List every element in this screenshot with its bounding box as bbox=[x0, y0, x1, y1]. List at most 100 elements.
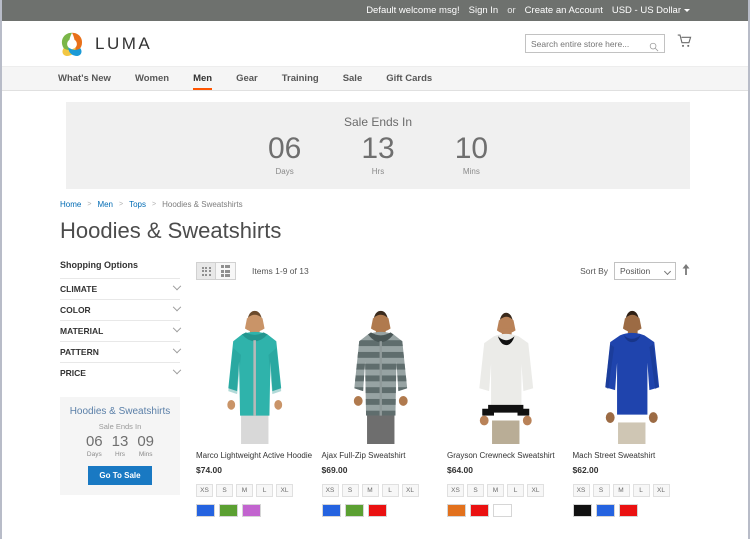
promo-countdown-hours: 13 Hrs bbox=[111, 433, 129, 457]
size-options: XS S M L XL bbox=[321, 484, 440, 497]
color-swatch[interactable] bbox=[219, 504, 238, 517]
size-option[interactable]: XS bbox=[321, 484, 339, 497]
color-options bbox=[447, 504, 565, 517]
color-swatch[interactable] bbox=[242, 504, 261, 517]
color-swatch[interactable] bbox=[344, 504, 364, 517]
filter-color[interactable]: COLOR bbox=[60, 299, 182, 320]
size-option[interactable]: S bbox=[216, 484, 233, 497]
product-card[interactable]: Grayson Crewneck Sweatshirt $64.00 XS S … bbox=[447, 296, 565, 517]
color-swatch[interactable] bbox=[321, 504, 341, 517]
size-option[interactable]: L bbox=[632, 484, 650, 497]
create-account-link[interactable]: Create an Account bbox=[525, 5, 603, 16]
size-option[interactable]: XL bbox=[401, 484, 419, 497]
site-header: LUMA bbox=[2, 21, 748, 66]
sort-direction-button[interactable] bbox=[682, 264, 690, 278]
product-image[interactable] bbox=[196, 296, 314, 444]
promo-minutes-label: Mins bbox=[138, 450, 153, 458]
size-option[interactable]: S bbox=[467, 484, 484, 497]
promo-countdown-days: 06 Days bbox=[86, 433, 103, 457]
list-view-icon[interactable] bbox=[216, 262, 236, 280]
color-swatch[interactable] bbox=[595, 504, 615, 517]
countdown-minutes-label: Mins bbox=[462, 166, 480, 176]
go-to-sale-button[interactable]: Go To Sale bbox=[88, 465, 152, 485]
product-price: $69.00 bbox=[321, 465, 348, 475]
sign-in-link[interactable]: Sign In bbox=[469, 5, 499, 16]
filter-label: PRICE bbox=[60, 368, 86, 378]
filter-material[interactable]: MATERIAL bbox=[60, 320, 182, 341]
size-options: XS S M L XL bbox=[572, 484, 691, 497]
color-swatch[interactable] bbox=[572, 504, 592, 517]
logo[interactable]: LUMA bbox=[58, 30, 152, 58]
nav-item-men[interactable]: Men bbox=[181, 67, 224, 90]
promo-countdown: 06 Days 13 Hrs 09 Mins bbox=[66, 433, 174, 458]
currency-switcher[interactable]: USD - US Dollar bbox=[612, 5, 690, 16]
color-swatch[interactable] bbox=[196, 504, 215, 517]
product-name[interactable]: Mach Street Sweatshirt bbox=[573, 451, 691, 461]
size-option[interactable]: M bbox=[487, 484, 504, 497]
chevron-down-icon bbox=[172, 344, 182, 354]
product-card[interactable]: Mach Street Sweatshirt $62.00 XS S M L X… bbox=[572, 296, 691, 517]
cart-icon[interactable] bbox=[677, 34, 692, 53]
color-swatch[interactable] bbox=[447, 504, 466, 517]
size-option[interactable]: XS bbox=[196, 484, 213, 497]
chevron-down-icon bbox=[684, 9, 690, 12]
nav-item-sale[interactable]: Sale bbox=[331, 67, 375, 90]
color-swatch[interactable] bbox=[618, 504, 638, 517]
nav-item-gear[interactable]: Gear bbox=[224, 67, 270, 90]
product-image[interactable] bbox=[321, 296, 439, 444]
nav-item-women[interactable]: Women bbox=[123, 67, 181, 90]
size-option[interactable]: M bbox=[361, 484, 379, 497]
breadcrumb-men[interactable]: Men bbox=[97, 200, 113, 209]
size-option[interactable]: XL bbox=[527, 484, 544, 497]
product-name[interactable]: Marco Lightweight Active Hoodie bbox=[196, 451, 314, 461]
sorter: Sort By Position bbox=[580, 262, 690, 280]
breadcrumb-current: Hoodies & Sweatshirts bbox=[162, 200, 243, 209]
product-image[interactable] bbox=[447, 296, 565, 444]
product-card[interactable]: Ajax Full-Zip Sweatshirt $69.00 XS S M L… bbox=[321, 296, 440, 517]
page-title: Hoodies & Sweatshirts bbox=[60, 218, 282, 243]
promo-minutes-value: 09 bbox=[137, 433, 155, 450]
color-swatch[interactable] bbox=[367, 504, 387, 517]
nav-item-training[interactable]: Training bbox=[270, 67, 331, 90]
size-option[interactable]: L bbox=[381, 484, 399, 497]
filter-pattern[interactable]: PATTERN bbox=[60, 341, 182, 362]
breadcrumb-separator: > bbox=[87, 201, 92, 208]
breadcrumb-separator: > bbox=[152, 201, 157, 208]
shopping-options-title: Shopping Options bbox=[60, 260, 138, 270]
size-option[interactable]: M bbox=[236, 484, 253, 497]
size-option[interactable]: L bbox=[507, 484, 524, 497]
page-root: Default welcome msg! Sign In or Create a… bbox=[0, 0, 750, 539]
color-options bbox=[321, 504, 440, 517]
breadcrumb-home[interactable]: Home bbox=[60, 200, 81, 209]
product-name[interactable]: Grayson Crewneck Sweatshirt bbox=[447, 451, 565, 461]
size-option[interactable]: S bbox=[592, 484, 610, 497]
search-input[interactable] bbox=[531, 38, 649, 49]
sort-by-select[interactable]: Position bbox=[614, 262, 676, 280]
product-image[interactable] bbox=[572, 296, 690, 444]
size-option[interactable]: L bbox=[256, 484, 273, 497]
search-icon[interactable] bbox=[649, 39, 659, 57]
size-option[interactable]: XL bbox=[652, 484, 670, 497]
filter-climate[interactable]: CLIMATE bbox=[60, 278, 182, 299]
product-toolbar: Items 1-9 of 13 Sort By Position bbox=[196, 260, 690, 282]
filter-price[interactable]: PRICE bbox=[60, 362, 182, 383]
search-box[interactable] bbox=[525, 34, 665, 53]
color-swatch[interactable] bbox=[470, 504, 489, 517]
promo-hours-value: 13 bbox=[111, 433, 129, 450]
product-card[interactable]: Marco Lightweight Active Hoodie $74.00 X… bbox=[196, 296, 314, 517]
size-option[interactable]: XS bbox=[447, 484, 464, 497]
product-price: $74.00 bbox=[196, 465, 222, 475]
size-option[interactable]: XL bbox=[276, 484, 293, 497]
size-option[interactable]: S bbox=[341, 484, 359, 497]
product-name[interactable]: Ajax Full-Zip Sweatshirt bbox=[322, 451, 440, 461]
nav-item-gift-cards[interactable]: Gift Cards bbox=[374, 67, 444, 90]
color-swatch[interactable] bbox=[493, 504, 512, 517]
size-option[interactable]: XS bbox=[572, 484, 590, 497]
chevron-down-icon bbox=[172, 302, 182, 312]
grid-view-icon[interactable] bbox=[196, 262, 216, 280]
nav-item-whats-new[interactable]: What's New bbox=[58, 67, 123, 90]
size-option[interactable]: M bbox=[612, 484, 630, 497]
breadcrumb-tops[interactable]: Tops bbox=[129, 200, 146, 209]
item-count: Items 1-9 of 13 bbox=[252, 266, 309, 276]
product-grid: Marco Lightweight Active Hoodie $74.00 X… bbox=[196, 296, 690, 517]
